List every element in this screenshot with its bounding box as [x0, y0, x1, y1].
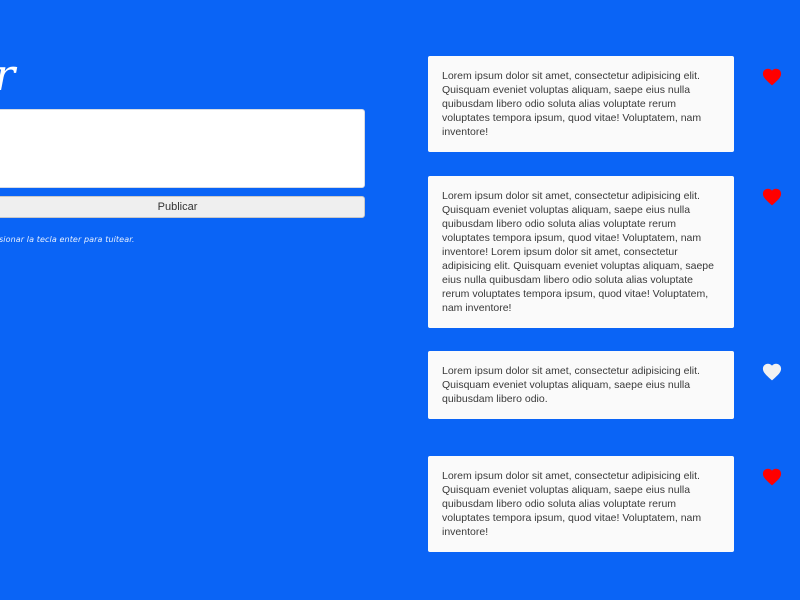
heart-icon[interactable] — [761, 186, 783, 206]
heart-icon[interactable] — [761, 66, 783, 86]
tweet-card: Lorem ipsum dolor sit amet, consectetur … — [428, 176, 734, 328]
app-title: r — [0, 54, 15, 98]
tweet-card: Lorem ipsum dolor sit amet, consectetur … — [428, 56, 734, 152]
tweet-text: Lorem ipsum dolor sit amet, consectetur … — [442, 365, 700, 405]
tweet-text: Lorem ipsum dolor sit amet, consectetur … — [442, 70, 702, 138]
heart-icon[interactable] — [761, 466, 783, 486]
hint-text: esionar la tecla enter para tuitear. — [0, 235, 135, 244]
tweet-text: Lorem ipsum dolor sit amet, consectetur … — [442, 190, 714, 314]
publish-button[interactable]: Publicar — [0, 196, 365, 218]
tweet-card: Lorem ipsum dolor sit amet, consectetur … — [428, 456, 734, 552]
heart-icon[interactable] — [761, 361, 783, 381]
tweet-text: Lorem ipsum dolor sit amet, consectetur … — [442, 470, 702, 538]
tweet-input[interactable] — [0, 109, 365, 188]
tweet-card: Lorem ipsum dolor sit amet, consectetur … — [428, 351, 734, 419]
